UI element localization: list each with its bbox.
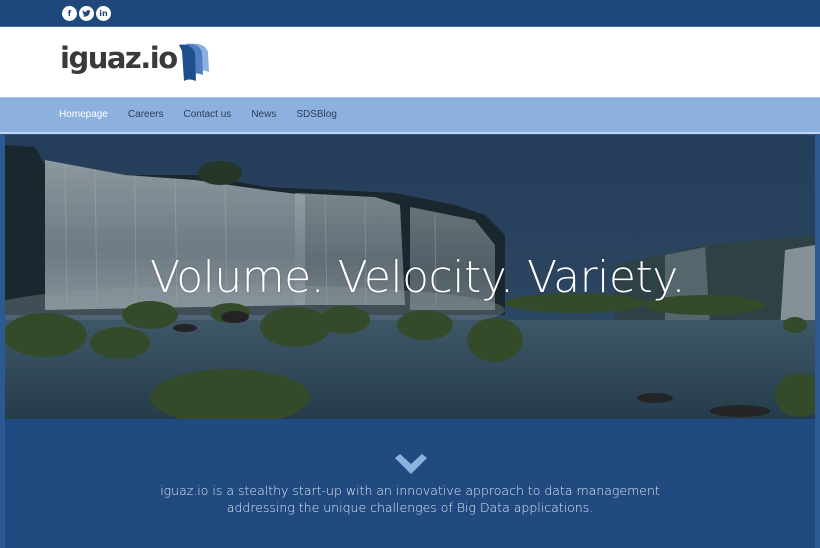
main-nav: Homepage Careers Contact us News SDSBlog (0, 97, 820, 134)
nav-item-careers[interactable]: Careers (128, 109, 164, 120)
nav-item-homepage[interactable]: Homepage (59, 109, 108, 120)
linkedin-icon[interactable]: in (96, 6, 111, 21)
site-header: iguaz.io (0, 28, 820, 97)
tagline-line-1: iguaz.io is a stealthy start-up with an … (160, 483, 660, 498)
hero-section: Volume. Velocity. Variety. iguaz.io is a… (0, 134, 820, 548)
hero-banner: Volume. Velocity. Variety. (5, 135, 815, 419)
tagline-line-2: addressing the unique challenges of Big … (226, 500, 594, 515)
logo-text: iguaz.io (60, 41, 178, 75)
site-logo[interactable]: iguaz.io (60, 41, 210, 81)
social-links: f in (62, 6, 111, 21)
iguazio-falls-logo-icon (178, 43, 209, 81)
top-social-bar: f in (0, 0, 820, 27)
facebook-icon[interactable]: f (62, 6, 77, 21)
nav-item-contact-us[interactable]: Contact us (184, 109, 232, 120)
nav-item-news[interactable]: News (251, 109, 276, 120)
facebook-glyph: f (67, 8, 72, 18)
linkedin-glyph: in (99, 8, 108, 18)
nav-item-sdsblog[interactable]: SDSBlog (296, 109, 337, 120)
twitter-bird-glyph (82, 9, 91, 17)
intro-tagline: iguaz.io is a stealthy start-up with an … (5, 482, 815, 516)
twitter-icon[interactable] (79, 6, 94, 21)
intro-section: iguaz.io is a stealthy start-up with an … (5, 419, 815, 548)
hero-title: Volume. Velocity. Variety. (150, 252, 685, 303)
chevron-down-icon[interactable] (394, 454, 428, 476)
